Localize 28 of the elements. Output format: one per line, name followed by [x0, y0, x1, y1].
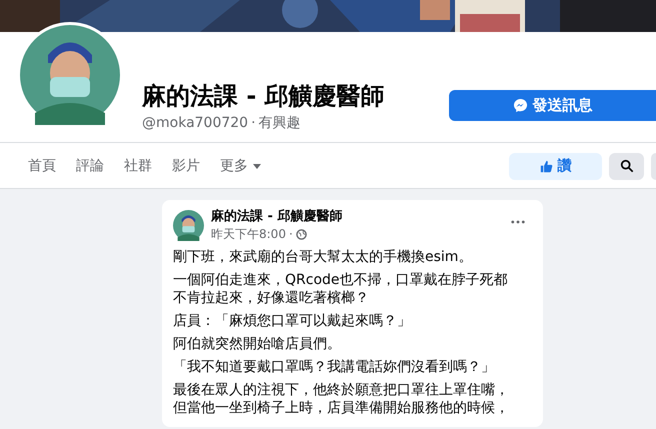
nav-tab[interactable]: 評論 [66, 151, 114, 181]
avatar[interactable] [173, 210, 204, 240]
search-icon [620, 159, 634, 173]
post-paragraph: 阿伯就突然開始嗆店員們。 [173, 335, 342, 353]
post-paragraph: 「我不知道要戴口罩嗎？我講電話妳們沒看到嗎？」 [173, 358, 496, 376]
post-paragraph: 剛下班，來武廟的台哥大幫太太的手機換esim。 [173, 248, 474, 266]
more-options-icon[interactable] [511, 220, 525, 224]
post-paragraph: 店員：「麻煩您口罩可以戴起來嗎？」 [173, 312, 412, 330]
post-author[interactable]: 麻的法課 - 邱觵慶醫師 [211, 208, 511, 226]
nav-tab[interactable]: 首頁 [18, 151, 66, 181]
separator-dot: · [251, 115, 256, 131]
search-button[interactable] [609, 152, 644, 180]
page-category: 有興趣 [258, 115, 301, 131]
messenger-icon [512, 98, 528, 113]
post-paragraph: 一個阿伯走進來，QRcode也不掃，口罩戴在脖子死都不肯拉起來，好像還吃著檳榔？ [173, 271, 509, 307]
like-button[interactable]: 讚 [509, 152, 602, 180]
avatar[interactable] [20, 25, 120, 125]
page-name: 麻的法課 - 邱觵慶醫師 [142, 81, 386, 112]
post-time[interactable]: 昨天下午8:00 [211, 226, 286, 242]
nav-tab[interactable]: 更多 [210, 151, 271, 181]
globe-icon [296, 228, 307, 240]
separator-dot: · [288, 226, 293, 242]
page-handle: @moka700720 [142, 115, 248, 131]
thumbs-up-icon [540, 160, 552, 172]
post-paragraph: 最後在眾人的注視下，他終於願意把口罩往上罩住嘴，但當他一坐到椅子上時，店員準備開始服務他的時候， [173, 381, 510, 417]
send-message-button[interactable]: 發送訊息 [449, 90, 656, 121]
nav-tab[interactable]: 影片 [162, 151, 210, 181]
nav-tab[interactable]: 社群 [114, 151, 162, 181]
